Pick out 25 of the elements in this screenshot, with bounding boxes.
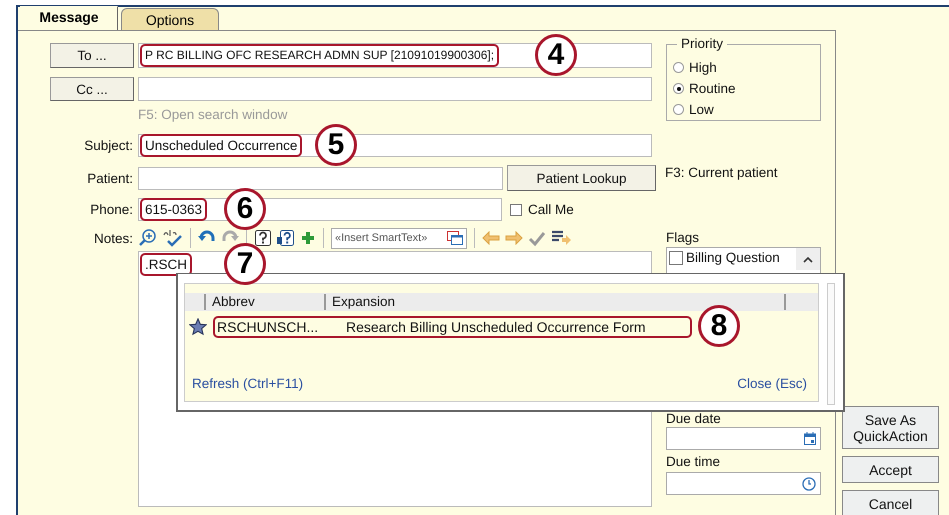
- phone-text: 615-0363: [140, 198, 208, 221]
- expansion-cell: Research Billing Unscheduled Occurrence Form: [346, 319, 646, 335]
- subject-text: Unscheduled Occurrence: [140, 134, 302, 157]
- phone-label: Phone:: [89, 202, 134, 217]
- notes-label: Notes:: [92, 230, 134, 246]
- flag-label: Billing Question: [686, 250, 780, 265]
- callout-number: 8: [698, 305, 740, 347]
- due-time-label: Due time: [666, 454, 722, 469]
- search-hint: F5: Open search window: [138, 106, 288, 122]
- radio-label: Routine: [689, 81, 736, 96]
- abbrev-cell-text: RSCHUNSCH...: [216, 319, 320, 335]
- callout-number: 6: [224, 188, 266, 230]
- call-me-label: Call Me: [528, 202, 574, 217]
- patient-hint: F3: Current patient: [665, 165, 779, 180]
- patient-label: Patient:: [86, 170, 134, 186]
- flags-label: Flags: [666, 230, 700, 245]
- recipient-text: P RC BILLING OFC RESEARCH ADMN SUP [21091019900306];: [140, 44, 500, 67]
- due-date-label: Due date: [666, 411, 722, 426]
- callout-number: 5: [315, 124, 357, 166]
- priority-title: Priority: [677, 36, 728, 51]
- radio-label: High: [689, 60, 717, 75]
- radio-label: Low: [689, 102, 714, 117]
- callout-number: 4: [535, 34, 577, 76]
- smarttext-placeholder: «Insert SmartText»: [335, 232, 428, 244]
- subject-label: Subject:: [83, 138, 134, 153]
